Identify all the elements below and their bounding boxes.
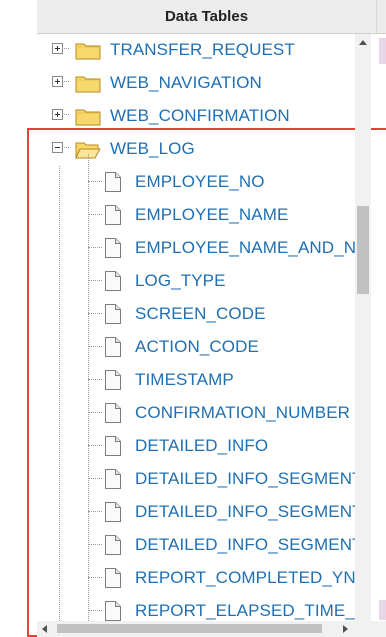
column-node[interactable]: SCREEN_CODE [37,298,355,331]
column-label[interactable]: EMPLOYEE_NAME [135,205,288,225]
column-node[interactable]: DETAILED_INFO_SEGMENT [37,463,355,496]
column-node[interactable]: EMPLOYEE_NAME [37,199,355,232]
scroll-up-arrow-icon[interactable] [359,40,367,45]
side-accent [379,38,386,64]
document-icon [105,601,121,621]
tree-node-label[interactable]: WEB_NAVIGATION [110,73,262,93]
column-node[interactable]: EMPLOYEE_NO [37,166,355,199]
column-node[interactable]: LOG_TYPE [37,265,355,298]
tree-view[interactable]: TRANSFER_REQUEST WEB_NAVIGATION WEB_CONF… [37,34,355,621]
column-label[interactable]: REPORT_ELAPSED_TIME_M [135,601,355,621]
column-node[interactable]: REPORT_COMPLETED_YN [37,562,355,595]
horizontal-scroll-thumb[interactable] [57,624,322,633]
column-label[interactable]: EMPLOYEE_NAME_AND_NC [135,238,355,258]
tree-node-transfer-request[interactable]: TRANSFER_REQUEST [37,34,355,67]
column-label[interactable]: DETAILED_INFO [135,436,268,456]
side-accent [379,600,386,620]
document-icon [105,370,121,390]
column-label[interactable]: EMPLOYEE_NO [135,172,265,192]
horizontal-scrollbar[interactable] [37,621,355,637]
scroll-left-arrow-icon[interactable] [42,625,47,633]
column-node[interactable]: CONFIRMATION_NUMBER [37,397,355,430]
document-icon [105,568,121,588]
document-icon [105,205,121,225]
tree-node-web-navigation[interactable]: WEB_NAVIGATION [37,67,355,100]
document-icon [105,403,121,423]
scrollbar-corner [355,621,386,637]
document-icon [105,535,121,555]
column-node[interactable]: EMPLOYEE_NAME_AND_NC [37,232,355,265]
folder-icon [75,109,101,126]
column-node[interactable]: DETAILED_INFO_SEGMENT [37,529,355,562]
document-icon [105,238,121,258]
header-filler [377,0,386,34]
column-label[interactable]: DETAILED_INFO_SEGMENT [135,469,355,489]
tree-node-label[interactable]: WEB_LOG [110,139,195,159]
folder-icon [75,43,101,60]
column-node[interactable]: ACTION_CODE [37,331,355,364]
scroll-right-arrow-icon[interactable] [343,625,348,633]
folder-icon [75,76,101,93]
expand-icon[interactable] [52,43,63,54]
document-icon [105,271,121,291]
panel-header: Data Tables [37,0,377,34]
column-label[interactable]: CONFIRMATION_NUMBER [135,403,350,423]
document-icon [105,436,121,456]
vertical-scroll-thumb[interactable] [357,206,369,294]
column-label[interactable]: LOG_TYPE [135,271,226,291]
expand-icon[interactable] [52,109,63,120]
column-label[interactable]: SCREEN_CODE [135,304,266,324]
document-icon [105,469,121,489]
column-label[interactable]: ACTION_CODE [135,337,259,357]
document-icon [105,172,121,192]
document-icon [105,304,121,324]
tree-node-web-confirmation[interactable]: WEB_CONFIRMATION [37,100,355,133]
column-label[interactable]: DETAILED_INFO_SEGMENT [135,502,355,522]
column-node[interactable]: TIMESTAMP [37,364,355,397]
column-node[interactable]: REPORT_ELAPSED_TIME_M [37,595,355,621]
panel-title: Data Tables [164,8,249,25]
document-icon [105,502,121,522]
column-label[interactable]: DETAILED_INFO_SEGMENT [135,535,355,555]
tree-node-label[interactable]: TRANSFER_REQUEST [110,40,295,60]
tree-node-web-log[interactable]: WEB_LOG [37,133,355,166]
expand-icon[interactable] [52,76,63,87]
tree-node-label[interactable]: WEB_CONFIRMATION [110,106,290,126]
collapse-icon[interactable] [52,142,63,153]
column-node[interactable]: DETAILED_INFO_SEGMENT [37,496,355,529]
document-icon [105,337,121,357]
vertical-scrollbar[interactable] [355,34,371,621]
column-label[interactable]: TIMESTAMP [135,370,234,390]
column-node[interactable]: DETAILED_INFO [37,430,355,463]
column-label[interactable]: REPORT_COMPLETED_YN [135,568,355,588]
